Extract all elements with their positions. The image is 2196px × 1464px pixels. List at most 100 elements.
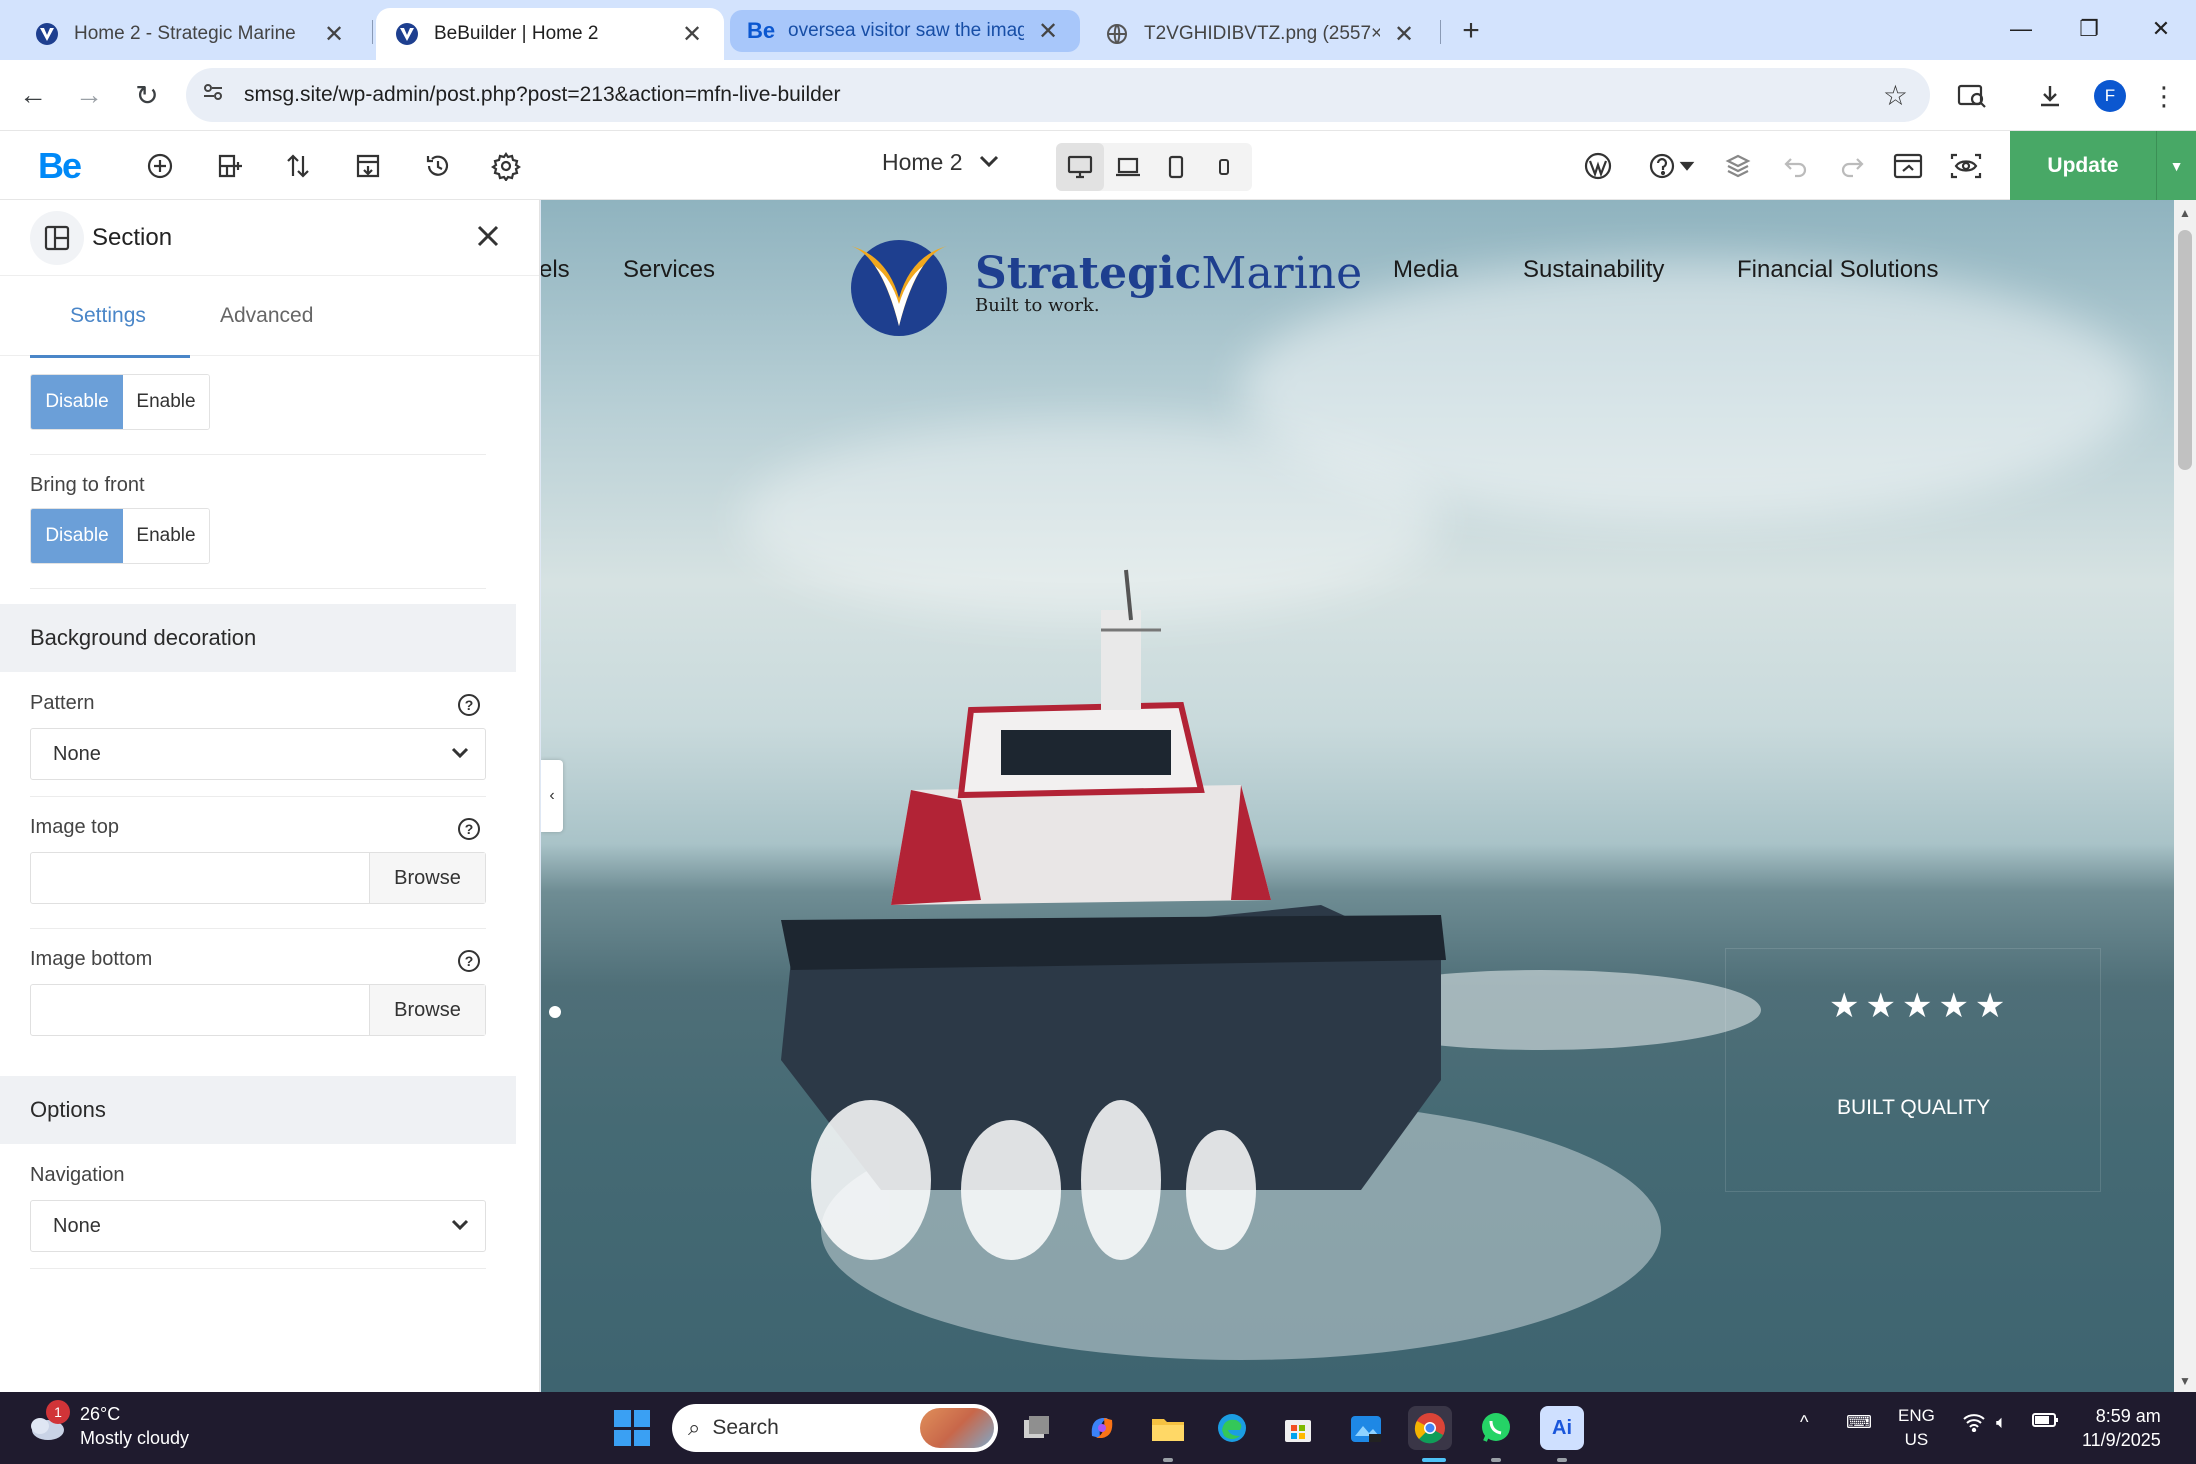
help-icon[interactable]: ? (458, 818, 480, 840)
page-selector[interactable]: Home 2 (882, 149, 999, 176)
settings-gear-icon[interactable] (486, 146, 526, 186)
undo-icon[interactable] (1776, 146, 1816, 186)
scroll-up-icon[interactable]: ▲ (2179, 206, 2191, 220)
redo-icon[interactable] (1832, 146, 1872, 186)
update-label: Update (2047, 153, 2119, 177)
nav-link-partial[interactable]: els (541, 256, 570, 284)
preview-window-icon[interactable] (1888, 146, 1928, 186)
google-lens-icon[interactable] (1952, 76, 1992, 116)
browser-tab[interactable]: Home 2 - Strategic Marine ✕ (16, 8, 366, 60)
nav-link-services[interactable]: Services (623, 256, 715, 284)
layers-icon[interactable] (1718, 146, 1758, 186)
keyboard-icon[interactable]: ⌨ (1846, 1412, 1872, 1433)
wifi-icon[interactable] (1962, 1412, 1986, 1437)
address-bar[interactable]: smsg.site/wp-admin/post.php?post=213&act… (186, 68, 1930, 122)
divider (30, 928, 486, 929)
battery-icon[interactable] (2032, 1412, 2060, 1433)
pattern-select[interactable]: None (30, 728, 486, 780)
downloads-icon[interactable] (2030, 76, 2070, 116)
new-tab-button[interactable]: + (1452, 12, 1490, 50)
nav-link-media[interactable]: Media (1393, 256, 1458, 284)
close-tab-icon[interactable]: ✕ (678, 20, 706, 49)
windows-start-icon[interactable] (614, 1410, 650, 1446)
kebab-menu-icon[interactable]: ⋮ (2144, 76, 2184, 116)
nav-link-financial-solutions[interactable]: Financial Solutions (1737, 256, 1938, 284)
whatsapp-icon[interactable] (1474, 1406, 1518, 1450)
sort-arrows-icon[interactable] (278, 146, 318, 186)
help-icon[interactable]: ? (458, 950, 480, 972)
image-bottom-input[interactable] (31, 985, 369, 1035)
volume-icon[interactable]: 🔈︎ (1996, 1412, 2007, 1433)
eye-preview-icon[interactable] (1946, 146, 1986, 186)
microsoft-store-icon[interactable] (1276, 1406, 1320, 1450)
system-clock[interactable]: 8:59 am 11/9/2025 (2082, 1404, 2161, 1452)
history-icon[interactable] (418, 146, 458, 186)
browser-tab[interactable]: T2VGHIDIBVTZ.png (2557×132 ✕ (1086, 8, 1436, 60)
chrome-browser-icon[interactable] (1408, 1406, 1452, 1450)
tab-advanced[interactable]: Advanced (220, 304, 313, 328)
device-switcher (1056, 143, 1252, 191)
strategic-marine-logo[interactable]: StrategicMarine Built to work. (841, 226, 1362, 338)
back-icon[interactable]: ← (10, 72, 56, 118)
copilot-icon[interactable] (1080, 1406, 1124, 1450)
image-top-input[interactable] (31, 853, 369, 903)
add-element-icon[interactable] (140, 146, 180, 186)
scrollbar-thumb[interactable] (2178, 230, 2192, 470)
collapse-panel-button[interactable]: ‹ (541, 760, 563, 832)
taskbar-search[interactable]: ⌕ Search (672, 1404, 998, 1452)
chevron-down-icon (451, 1215, 469, 1238)
help-dropdown-icon[interactable] (1642, 146, 1702, 186)
close-panel-icon[interactable] (476, 219, 500, 256)
enable-option[interactable]: Enable (123, 509, 209, 563)
weather-temp: 26°C (80, 1404, 121, 1424)
image-top-label: Image top (30, 816, 119, 838)
running-indicator (1163, 1458, 1173, 1462)
disable-option[interactable]: Disable (31, 375, 123, 429)
edge-browser-icon[interactable] (1210, 1406, 1254, 1450)
tab-settings[interactable]: Settings (70, 304, 146, 328)
restore-icon[interactable]: ❐ (2058, 6, 2120, 52)
bebuilder-logo[interactable]: Be (38, 145, 82, 187)
navigation-select[interactable]: None (30, 1200, 486, 1252)
profile-avatar[interactable]: F (2094, 80, 2126, 112)
live-preview-canvas[interactable]: els Services StrategicMarine Built to wo… (541, 200, 2174, 1392)
reload-icon[interactable]: ↻ (124, 72, 170, 118)
desktop-view-icon[interactable] (1056, 143, 1104, 191)
hero-boat-image (781, 569, 1761, 1360)
tablet-view-icon[interactable] (1152, 143, 1200, 191)
bookmark-star-icon[interactable]: ☆ (1883, 79, 1908, 112)
close-window-icon[interactable]: ✕ (2130, 6, 2192, 52)
wordpress-icon[interactable] (1578, 146, 1618, 186)
slider-dot[interactable] (549, 1006, 561, 1018)
weather-widget[interactable]: 1 26°C Mostly cloudy (26, 1400, 189, 1450)
image-bottom-browse-button[interactable]: Browse (369, 985, 485, 1035)
close-tab-icon[interactable]: ✕ (1034, 17, 1062, 46)
language-indicator[interactable]: ENG US (1898, 1404, 1935, 1452)
image-bottom-label: Image bottom (30, 948, 153, 970)
templates-icon[interactable] (348, 146, 388, 186)
mobile-view-icon[interactable] (1200, 143, 1248, 191)
close-tab-icon[interactable]: ✕ (320, 20, 348, 49)
site-info-icon[interactable] (202, 81, 236, 109)
update-button[interactable]: Update ▼ (2010, 131, 2196, 200)
show-hidden-icons-chevron-icon[interactable]: ^ (1800, 1412, 1808, 1433)
browser-tab-active[interactable]: BeBuilder | Home 2 ✕ (376, 8, 724, 60)
canvas-scrollbar[interactable]: ▲ ▼ (2174, 200, 2196, 1392)
photos-preview-icon[interactable] (1344, 1406, 1388, 1450)
scroll-down-icon[interactable]: ▼ (2179, 1374, 2191, 1388)
close-tab-icon[interactable]: ✕ (1390, 20, 1418, 49)
task-view-icon[interactable] (1014, 1406, 1058, 1450)
laptop-view-icon[interactable] (1104, 143, 1152, 191)
enable-option[interactable]: Enable (123, 375, 209, 429)
adobe-illustrator-icon[interactable]: Ai (1540, 1406, 1584, 1450)
help-icon[interactable]: ? (458, 694, 480, 716)
add-section-icon[interactable] (210, 146, 250, 186)
browser-tab[interactable]: Be oversea visitor saw the image fr ✕ (730, 10, 1080, 52)
minimize-icon[interactable]: — (1990, 6, 2052, 52)
image-top-browse-button[interactable]: Browse (369, 853, 485, 903)
forward-icon[interactable]: → (66, 72, 112, 118)
update-options-caret-icon[interactable]: ▼ (2156, 131, 2196, 200)
nav-link-sustainability[interactable]: Sustainability (1523, 256, 1664, 284)
file-explorer-icon[interactable] (1146, 1406, 1190, 1450)
disable-option[interactable]: Disable (31, 509, 123, 563)
